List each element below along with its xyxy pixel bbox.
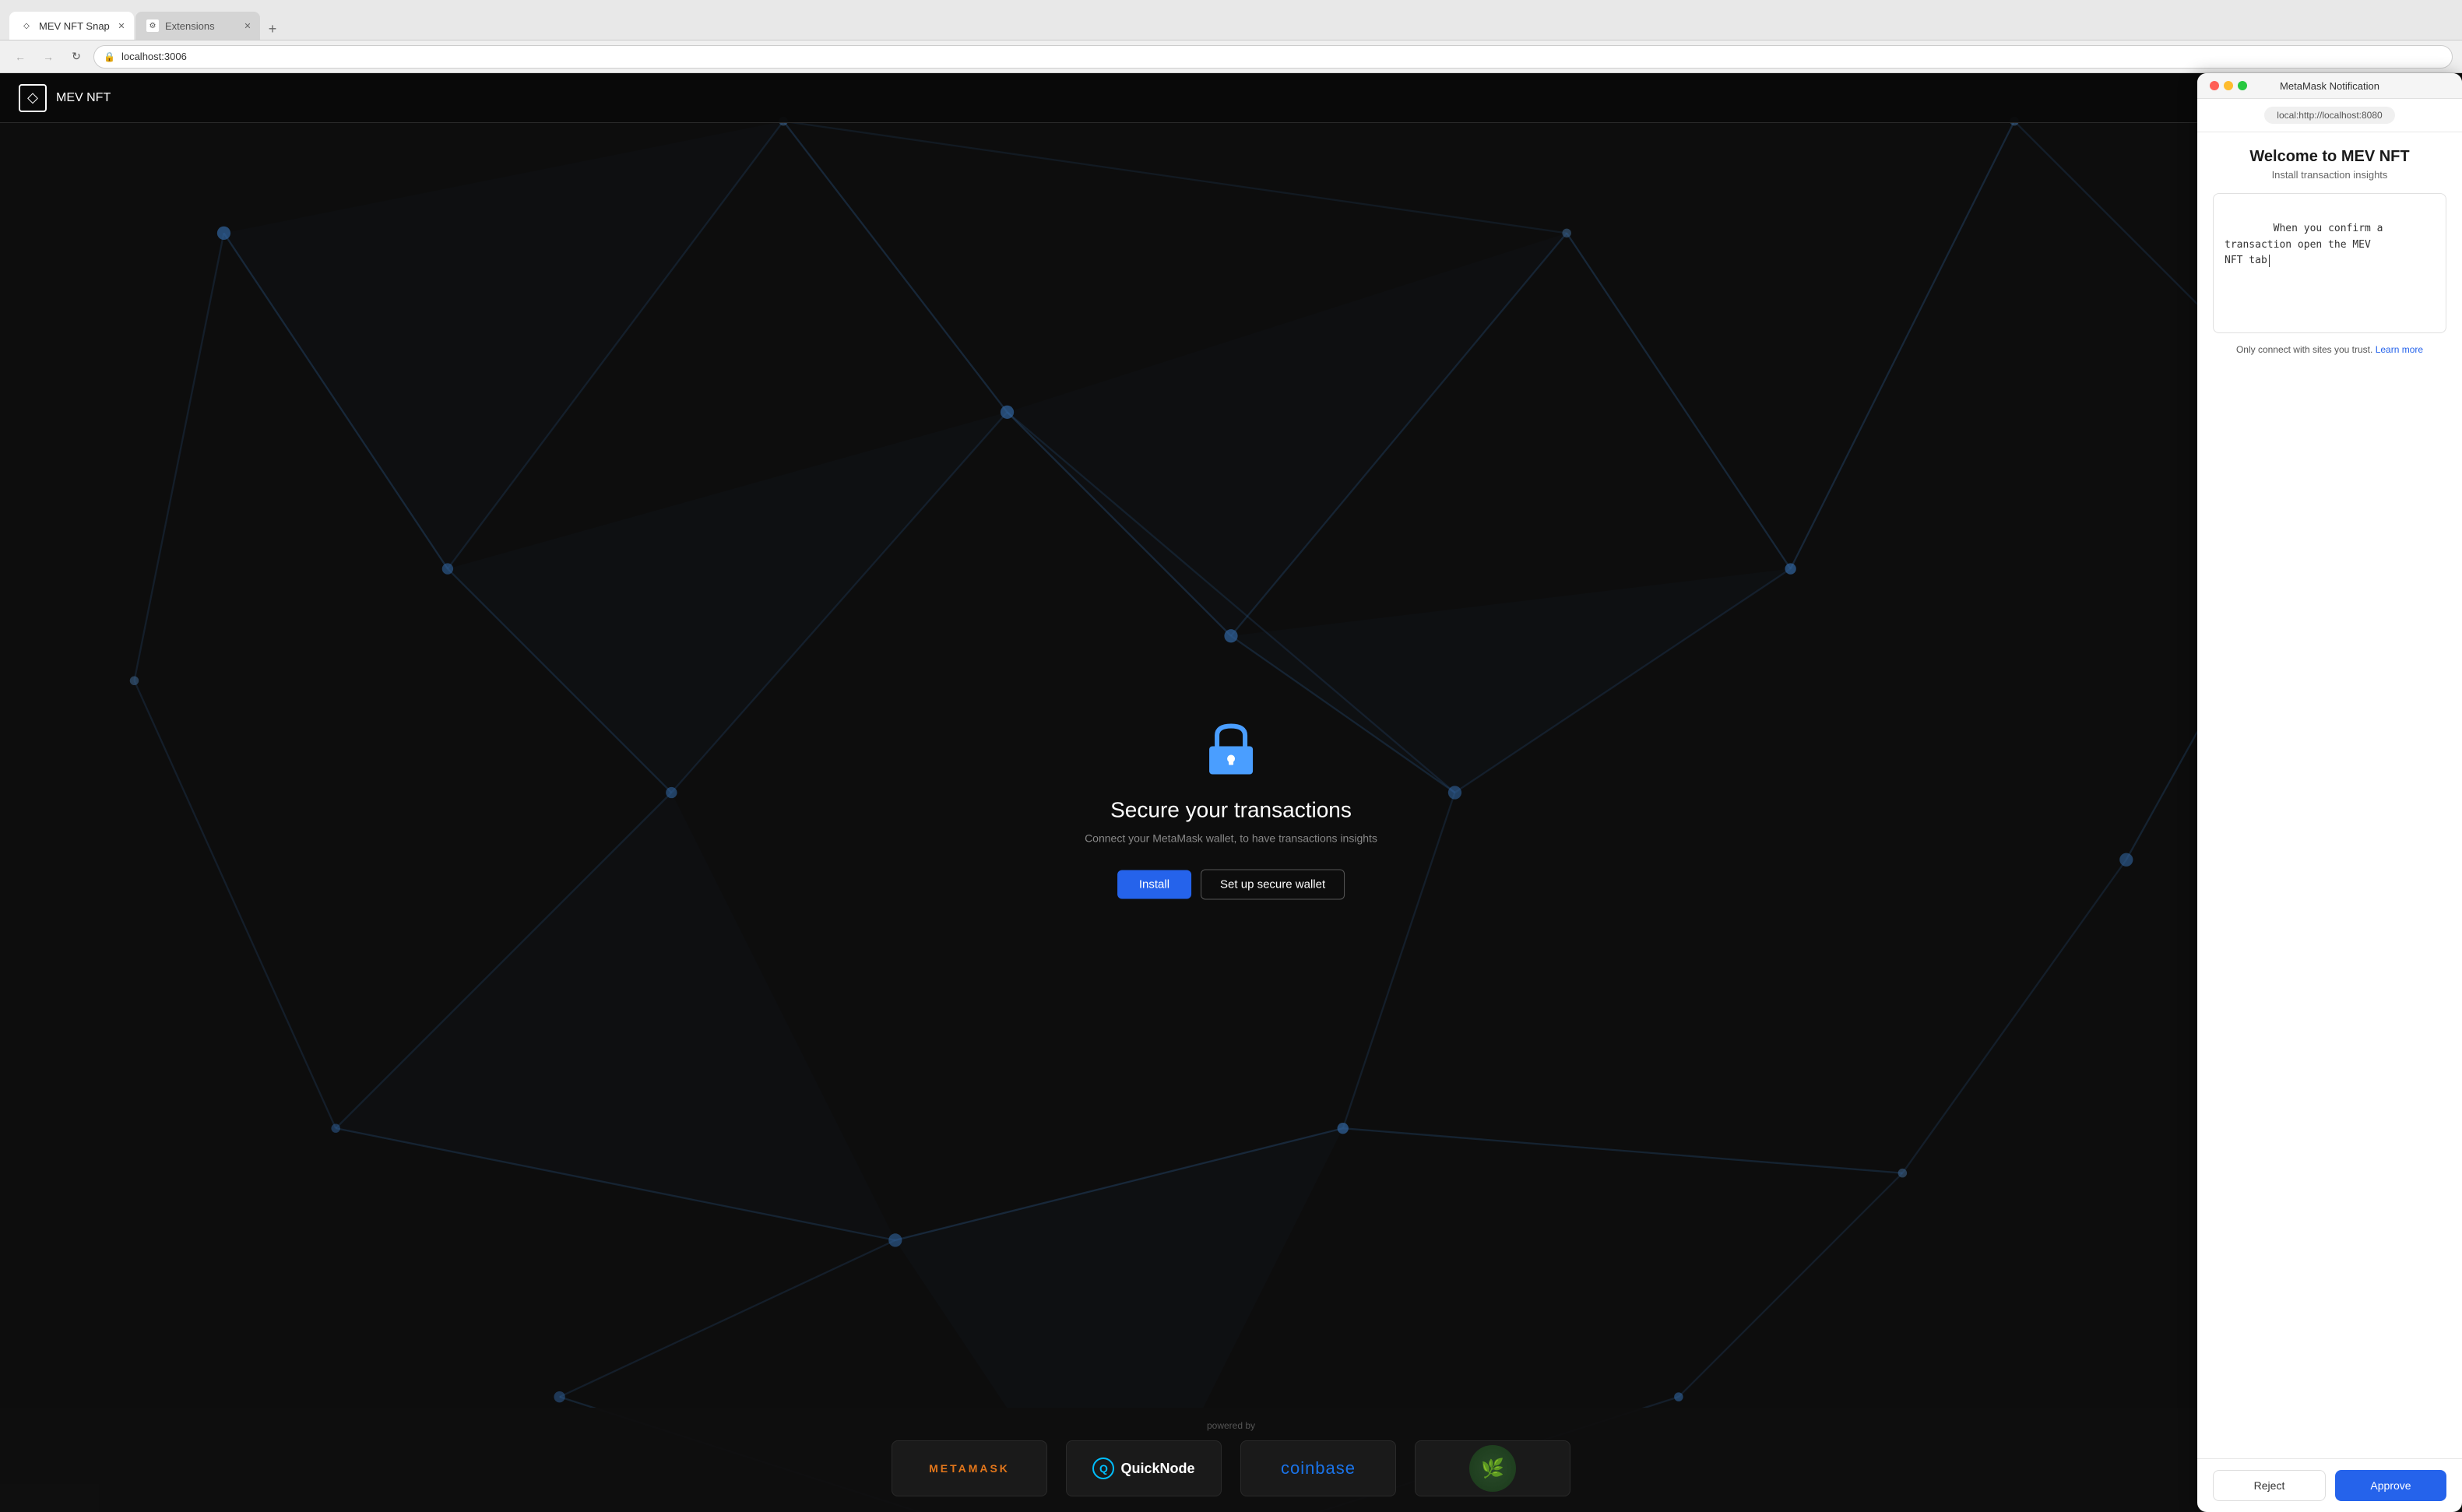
main-content: ◇ MEV NFT Secure your transactions Conne… [0, 73, 2462, 1512]
browser-tabs: ◇ MEV NFT Snap ✕ ⚙ Extensions ✕ + [9, 0, 2453, 40]
tab-label: MEV NFT Snap [39, 20, 110, 32]
quicknode-icon: Q [1092, 1457, 1114, 1479]
tab-extensions-close[interactable]: ✕ [241, 19, 254, 32]
app-logo: ◇ [19, 84, 47, 112]
quicknode-logo: Q QuickNode [1092, 1457, 1194, 1479]
mm-cursor [2269, 255, 2270, 267]
reject-button[interactable]: Reject [2213, 1470, 2326, 1501]
approve-button[interactable]: Approve [2335, 1470, 2446, 1501]
app-title: MEV NFT [56, 91, 111, 105]
browser-chrome: ◇ MEV NFT Snap ✕ ⚙ Extensions ✕ + [0, 0, 2462, 40]
new-tab-button[interactable]: + [262, 18, 283, 40]
traffic-lights [2210, 81, 2247, 90]
address-text: localhost:3006 [121, 51, 187, 62]
mm-url-bar: local:http://localhost:8080 [2197, 99, 2462, 132]
close-traffic-light[interactable] [2210, 81, 2219, 90]
mm-trust-text: Only connect with sites you trust. Learn… [2213, 344, 2446, 355]
main-footer: powered by METAMASK Q QuickNode coinbase… [0, 1408, 2462, 1512]
metamask-panel: MetaMask Notification local:http://local… [2197, 73, 2462, 1512]
mm-title: MetaMask Notification [2280, 80, 2379, 92]
partner-metamask: METAMASK [892, 1440, 1047, 1496]
install-button[interactable]: Install [1117, 870, 1191, 899]
hero-buttons: Install Set up secure wallet [1085, 870, 1377, 900]
refresh-button[interactable]: ↻ [65, 46, 87, 68]
forward-button[interactable]: → [37, 46, 59, 68]
coinbase-logo-text: coinbase [1281, 1458, 1356, 1479]
partner-coinbase: coinbase [1240, 1440, 1396, 1496]
mm-welcome-title: Welcome to MEV NFT [2213, 148, 2446, 166]
maximize-traffic-light[interactable] [2238, 81, 2247, 90]
learn-more-link[interactable]: Learn more [2376, 344, 2423, 355]
back-button[interactable]: ← [9, 46, 31, 68]
tab-favicon: ◇ [20, 19, 33, 32]
partner-quicknode: Q QuickNode [1066, 1440, 1222, 1496]
mm-title-bar: MetaMask Notification [2197, 73, 2462, 99]
app-layout: ◇ MEV NFT Secure your transactions Conne… [0, 73, 2462, 1512]
mm-footer: Reject Approve [2197, 1458, 2462, 1512]
quicknode-text: QuickNode [1120, 1461, 1194, 1477]
powered-by-text: powered by [19, 1420, 2443, 1431]
tab-extensions-label: Extensions [165, 20, 215, 32]
metamask-logo-text: METAMASK [929, 1462, 1010, 1475]
partner-other: 🌿 [1415, 1440, 1570, 1496]
app-header: ◇ MEV NFT [0, 73, 2462, 123]
hero-title: Secure your transactions [1085, 798, 1377, 823]
extensions-favicon: ⚙ [146, 19, 159, 32]
address-bar[interactable]: 🔒 localhost:3006 [93, 45, 2453, 69]
mm-url-text: local:http://localhost:8080 [2264, 107, 2394, 124]
setup-wallet-button[interactable]: Set up secure wallet [1201, 870, 1345, 900]
hero-section: Secure your transactions Connect your Me… [1085, 717, 1377, 900]
hero-subtitle: Connect your MetaMask wallet, to have tr… [1085, 832, 1377, 845]
mm-body: Welcome to MEV NFT Install transaction i… [2197, 132, 2462, 1458]
browser-nav: ← → ↻ 🔒 localhost:3006 [0, 40, 2462, 73]
partner-logos: METAMASK Q QuickNode coinbase 🌿 [19, 1440, 2443, 1496]
other-partner-logo: 🌿 [1469, 1445, 1516, 1492]
mm-welcome-subtitle: Install transaction insights [2213, 169, 2446, 181]
mm-message-text: When you confirm a transaction open the … [2225, 223, 2383, 267]
tab-close-btn[interactable]: ✕ [115, 19, 128, 32]
mm-message-box: When you confirm a transaction open the … [2213, 193, 2446, 333]
lock-icon: 🔒 [104, 51, 115, 62]
tab-mev-nft[interactable]: ◇ MEV NFT Snap ✕ [9, 12, 134, 40]
tab-extensions[interactable]: ⚙ Extensions ✕ [135, 12, 260, 40]
minimize-traffic-light[interactable] [2224, 81, 2233, 90]
lock-hero-icon [1200, 717, 1262, 779]
